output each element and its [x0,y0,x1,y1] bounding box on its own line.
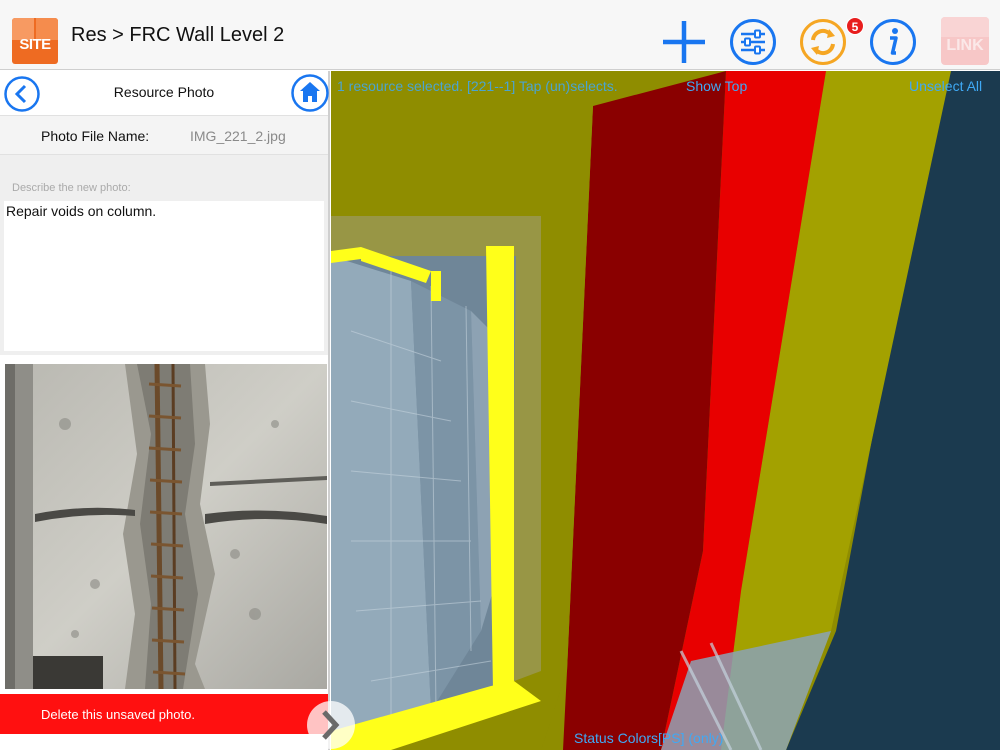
bim-3d-scene [331,71,1000,750]
show-top-button[interactable]: Show Top [686,78,747,94]
sync-button[interactable] [799,18,847,66]
photo-description-input[interactable]: Repair voids on column. [4,201,324,351]
description-section: Describe the new photo: Repair voids on … [0,155,328,355]
unselect-all-button[interactable]: Unselect All [909,78,982,94]
info-button[interactable] [869,18,917,66]
sync-icon [800,19,846,65]
describe-photo-label: Describe the new photo: [12,182,131,194]
info-icon [870,19,916,65]
logo-text: SITE [19,36,51,53]
concrete-column-photo [5,364,327,689]
site-logo[interactable]: SITE [12,18,58,64]
top-bar: SITE Res > FRC Wall Level 2 5 LINK [0,0,1000,70]
plus-icon [663,21,705,63]
breadcrumb: Res > FRC Wall Level 2 [71,24,285,46]
photo-file-name-row: Photo File Name: IMG_221_2.jpg [0,115,328,155]
panel-title: Resource Photo [113,84,215,100]
status-colors-label[interactable]: Status Colors[PS] (only) [574,730,723,746]
resource-photo-image[interactable] [5,364,327,689]
chevron-right-icon [307,701,355,749]
link-label: LINK [946,37,984,54]
resource-photo-panel: Resource Photo Photo File Name: IMG_221_… [0,71,330,750]
add-button[interactable] [660,18,708,66]
panel-header: Resource Photo [0,71,329,115]
delete-photo-button[interactable]: Delete this unsaved photo. [0,694,328,734]
sliders-icon [730,19,776,65]
delete-photo-label: Delete this unsaved photo. [41,707,195,722]
photo-file-name-value: IMG_221_2.jpg [190,128,286,144]
filter-settings-button[interactable] [729,18,777,66]
sync-count-badge: 5 [846,17,864,35]
home-button[interactable] [291,74,329,112]
link-button[interactable]: LINK [941,17,989,65]
photo-file-name-label: Photo File Name: [41,128,150,144]
collapse-panel-button[interactable] [306,700,356,750]
selection-status-text: 1 resource selected. [221--1] Tap (un)se… [337,78,618,94]
model-3d-view[interactable]: 1 resource selected. [221--1] Tap (un)se… [331,71,1000,750]
home-icon [291,74,329,112]
